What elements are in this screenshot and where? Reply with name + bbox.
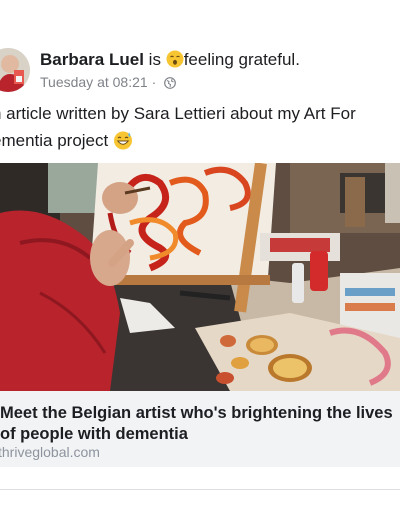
post-text-line-1: n article written by Sara Lettieri about… — [0, 104, 356, 123]
author-line: Barbara Luel is feeling grateful. — [40, 50, 300, 73]
avatar-image — [0, 48, 30, 92]
link-title-line-1: Meet the Belgian artist who's brightenin… — [0, 404, 393, 422]
post-text-line-2-text: ementia project — [0, 131, 109, 150]
post-text-line-2: ementia project — [0, 127, 392, 158]
post-text: n article written by Sara Lettieri about… — [0, 100, 392, 158]
link-title[interactable]: Meet the Belgian artist who's brightenin… — [0, 403, 400, 445]
feeling-text[interactable]: feeling grateful. — [184, 50, 300, 69]
post-photo[interactable] — [0, 163, 400, 391]
link-domain: thriveglobal.com — [0, 444, 100, 460]
post-footer-space — [0, 467, 400, 489]
author-verb: is — [148, 50, 161, 69]
post-meta: Tuesday at 08:21 · — [40, 74, 177, 92]
meta-separator: · — [151, 74, 157, 90]
author-name[interactable]: Barbara Luel — [40, 50, 144, 69]
post-header: Barbara Luel is feeling grateful. Tuesda… — [0, 44, 400, 96]
next-post-card — [0, 490, 400, 516]
painting-scene-image — [0, 163, 400, 391]
timestamp[interactable]: Tuesday at 08:21 — [40, 74, 148, 90]
top-strip — [0, 0, 400, 38]
grinning-sweat-icon — [113, 130, 133, 158]
relieved-face-icon — [166, 50, 184, 73]
link-preview[interactable]: Meet the Belgian artist who's brightenin… — [0, 391, 400, 467]
globe-icon — [164, 76, 177, 92]
avatar[interactable] — [0, 48, 30, 92]
link-title-line-2: of people with dementia — [0, 425, 188, 443]
